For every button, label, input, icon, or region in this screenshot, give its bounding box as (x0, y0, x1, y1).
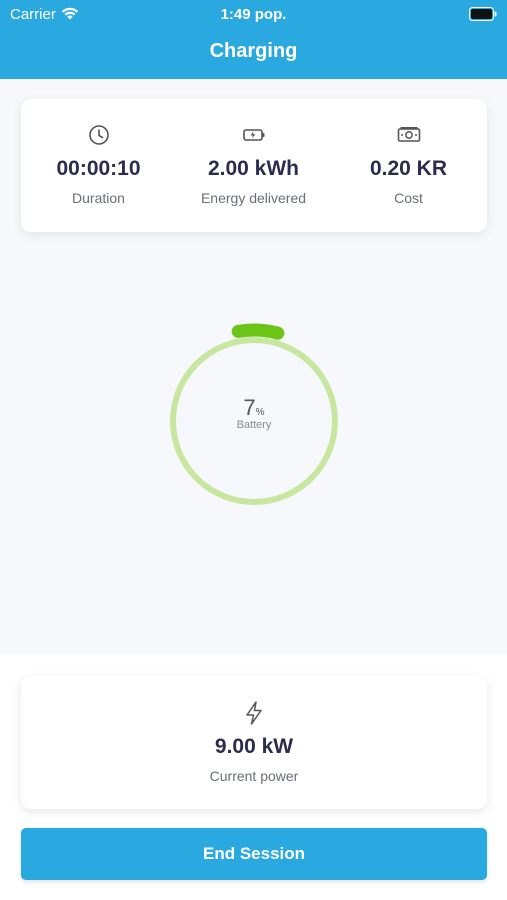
current-power-card: 9.00 kW Current power (21, 676, 487, 809)
power-value: 9.00 kW (214, 735, 294, 758)
cost-label: Cost (394, 190, 423, 206)
clock-icon (89, 125, 109, 145)
battery-icon (469, 7, 497, 21)
energy-label: Energy delivered (200, 190, 307, 206)
battery-readout: 7% Battery (170, 395, 338, 431)
battery-label: Battery (236, 419, 272, 431)
power-label: Current power (209, 768, 299, 784)
page-title: Charging (209, 40, 298, 62)
battery-percent-unit: % (255, 407, 265, 418)
lightning-icon (246, 701, 262, 725)
stat-cost: 0.20 KR Cost (331, 99, 486, 232)
duration-value: 00:00:10 (56, 157, 141, 180)
app-header: Carrier 1:49 pop. Charging (0, 0, 507, 79)
battery-percent-value: 7 (243, 395, 256, 420)
battery-charging-icon (243, 129, 265, 141)
status-time: 1:49 pop. (220, 6, 287, 23)
status-bar: Carrier 1:49 pop. (0, 0, 507, 28)
energy-value: 2.00 kWh (207, 157, 300, 180)
cost-value: 0.20 KR (369, 157, 448, 180)
stat-duration: 00:00:10 Duration (21, 99, 176, 232)
session-stats-card: 00:00:10 Duration 2.00 kWh Energy delive… (21, 99, 487, 232)
end-session-button[interactable]: End Session (21, 828, 487, 880)
banknote-icon (397, 127, 421, 142)
gauge-level-arc (231, 323, 285, 340)
duration-label: Duration (72, 190, 125, 206)
stat-energy: 2.00 kWh Energy delivered (176, 99, 331, 232)
